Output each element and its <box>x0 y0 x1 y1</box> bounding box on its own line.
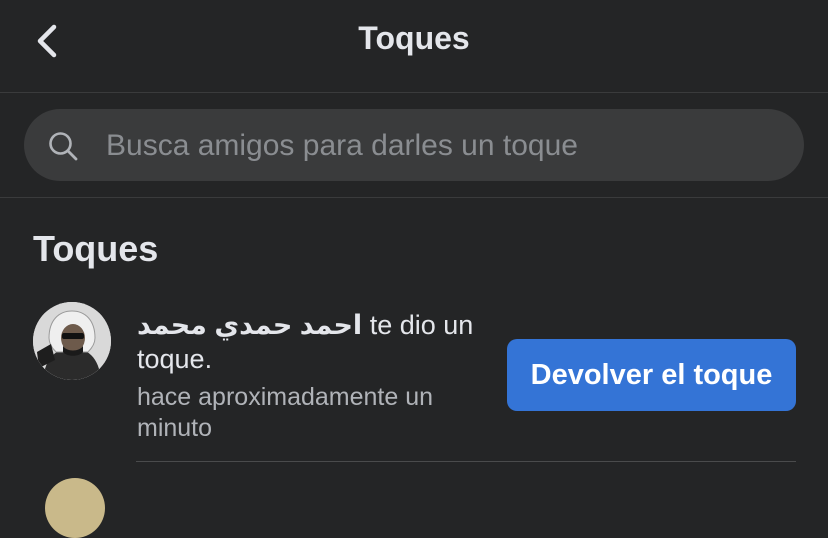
search-bar[interactable] <box>24 109 804 183</box>
poke-message: احمد حمدي محمد te dio un toque. <box>137 308 487 376</box>
poke-list-item: احمد حمدي محمد te dio un toque. hace apr… <box>0 290 828 538</box>
search-icon <box>49 132 78 161</box>
search-section <box>0 93 828 198</box>
section-title: Toques <box>33 228 159 269</box>
list-divider <box>136 461 796 462</box>
profile-photo <box>33 302 111 380</box>
page-title: Toques <box>358 20 470 56</box>
poke-back-button[interactable]: Devolver el toque <box>507 339 796 411</box>
poke-timestamp: hace aproximadamente un minuto <box>137 383 434 442</box>
avatar[interactable] <box>45 478 105 538</box>
poker-name[interactable]: احمد حمدي محمد <box>137 310 362 340</box>
top-bar: Toques <box>0 0 828 93</box>
search-input[interactable] <box>104 109 788 183</box>
avatar[interactable] <box>33 302 111 380</box>
